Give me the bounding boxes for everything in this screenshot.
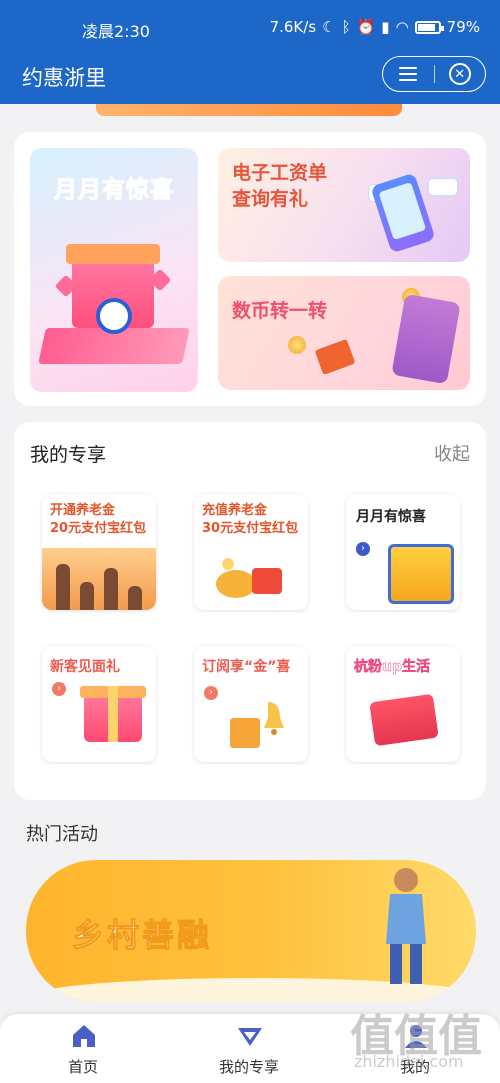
hot-banner-rural-finance[interactable]: 乡村善融 (26, 860, 476, 1002)
tab-home[interactable]: 首页 (0, 1014, 166, 1083)
promo-payslip[interactable]: 电子工资单 查询有礼 (218, 148, 470, 262)
top-banner-fragment[interactable] (96, 104, 402, 116)
menu-icon (399, 67, 418, 81)
close-button[interactable]: ✕ (434, 56, 485, 92)
chat-bubble-icon (428, 178, 458, 196)
app-title: 约惠浙里 (22, 66, 106, 90)
bank-logo-coin (96, 298, 132, 334)
promo-digital-currency[interactable]: 数币转一转 (218, 276, 470, 390)
watermark-url: zhizhidai.com (354, 1052, 464, 1071)
red-envelope-icon (369, 693, 439, 747)
scratch-card-illustration (388, 544, 454, 604)
tile-hangfen-life[interactable]: 杭粉up生活 (346, 646, 460, 762)
coin-icon (288, 336, 306, 354)
tile-title: 月月有惊喜 (356, 509, 426, 525)
status-icons: 7.6K/s ☾ ᛒ ⏰ ▮ ◠ 79% (270, 18, 480, 36)
promo-payslip-title: 电子工资单 查询有礼 (232, 162, 328, 210)
battery-icon (414, 20, 444, 34)
watermark: 值值值 zhizhidai.com (350, 1000, 496, 1080)
arrow-right-icon: › (356, 542, 370, 556)
my-exclusive-section: 我的专享 收起 开通养老金 20元支付宝红包 充值养老金 30元支付宝红包 月月… (14, 422, 486, 800)
tile-title: 订阅享“金”喜 (202, 659, 291, 675)
tile-monthly-surprise[interactable]: 月月有惊喜 › (346, 494, 460, 610)
promo-big-title: 月月有惊喜 (54, 177, 174, 204)
network-speed: 7.6K/s (269, 18, 317, 36)
phone-illustration (370, 172, 436, 254)
phone-illustration (391, 293, 461, 385)
moon-icon: ☾ (322, 17, 336, 36)
gift-diamond-icon (238, 1028, 262, 1046)
person-illustration (386, 868, 426, 984)
home-icon (73, 1025, 95, 1047)
tile-pension-recharge[interactable]: 充值养老金 30元支付宝红包 (194, 494, 308, 610)
app-bar: 约惠浙里 ✕ (0, 56, 500, 104)
wifi-icon: ◠ (395, 17, 409, 36)
arrow-right-icon: › (52, 682, 66, 696)
bell-illustration (230, 702, 284, 748)
hd-signal-icon: ▮ (381, 17, 390, 36)
gift-lid-illustration (66, 244, 160, 264)
section-title: 我的专享 (30, 444, 107, 466)
promo-monthly-surprise[interactable]: 月月有惊喜 (30, 148, 198, 392)
close-icon: ✕ (448, 63, 471, 85)
promo-digital-currency-title: 数币转一转 (232, 300, 328, 322)
hot-activities-title: 热门活动 (26, 824, 98, 845)
tile-pension-open[interactable]: 开通养老金 20元支付宝红包 (42, 494, 156, 610)
tile-title: 杭粉up生活 (354, 659, 431, 676)
family-illustration (42, 548, 156, 610)
red-envelope-icon (314, 338, 356, 376)
banner-title: 乡村善融 (71, 916, 213, 955)
tile-title: 新客见面礼 (50, 659, 120, 675)
gift-box-illustration (80, 686, 146, 742)
tab-my-exclusive[interactable]: 我的专享 (166, 1014, 332, 1083)
status-time: 凌晨2:30 (82, 22, 150, 41)
tile-new-customer-gift[interactable]: 新客见面礼 › (42, 646, 156, 762)
menu-button[interactable] (383, 56, 434, 92)
tile-title: 充值养老金 30元支付宝红包 (202, 503, 299, 536)
mini-program-capsule: ✕ (382, 56, 486, 92)
alarm-icon: ⏰ (356, 17, 376, 36)
tile-subscribe-gold[interactable]: 订阅享“金”喜 › (194, 646, 308, 762)
status-bar: 凌晨2:30 7.6K/s ☾ ᛒ ⏰ ▮ ◠ 79% (0, 0, 500, 56)
bluetooth-icon: ᛒ (341, 17, 351, 36)
tab-label: 我的专享 (218, 1058, 279, 1076)
arrow-right-icon: › (204, 686, 218, 700)
tab-label: 首页 (67, 1058, 98, 1076)
collapse-button[interactable]: 收起 (434, 440, 470, 466)
tile-title: 开通养老金 20元支付宝红包 (50, 503, 147, 536)
battery-percent: 79% (446, 18, 480, 36)
promo-card: 月月有惊喜 电子工资单 查询有礼 数币转一转 (14, 132, 486, 406)
money-pack-illustration (216, 558, 282, 598)
